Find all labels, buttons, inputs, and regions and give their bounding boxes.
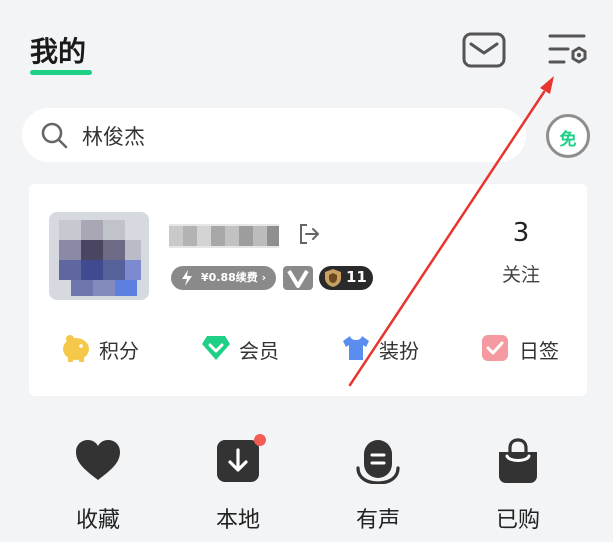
local-label: 本地	[215, 508, 260, 533]
title-underline	[30, 70, 92, 75]
free-mode-button[interactable]: 免	[546, 114, 590, 158]
card-menu: 积分 会员 装扮 日签	[29, 330, 587, 366]
piggy-bank-icon	[63, 335, 89, 362]
favorites-button[interactable]: 收藏	[53, 430, 143, 542]
purchased-label: 已购	[495, 508, 540, 533]
follow-label[interactable]: 关注	[489, 260, 553, 287]
vip-renew-tag[interactable]: ¥0.88续费 ›	[171, 266, 277, 290]
checkbox-icon	[482, 335, 508, 361]
settings-icon[interactable]	[548, 32, 590, 66]
membership-label: 会员	[239, 339, 279, 363]
crest-icon	[325, 269, 341, 287]
vip-renew-text: ¥0.88续费 ›	[201, 271, 267, 284]
audio-button[interactable]: 有声	[333, 430, 423, 542]
points-label: 积分	[99, 339, 139, 363]
level-badge[interactable]: 11	[319, 266, 373, 290]
search-input[interactable]: 林俊杰	[82, 121, 145, 151]
v-badge-icon[interactable]	[283, 266, 313, 290]
profile-card: ¥0.88续费 › 11 3 关注 积分 会员 装扮 日签	[29, 184, 587, 396]
search-bar[interactable]: 林俊杰	[22, 108, 526, 162]
follow-count[interactable]: 3	[489, 218, 553, 248]
username-blurred	[169, 224, 279, 248]
diamond-icon	[202, 336, 230, 360]
header: 我的	[0, 0, 613, 90]
level-number: 11	[346, 268, 367, 286]
daily-sign-label: 日签	[519, 339, 559, 363]
audio-icon	[356, 440, 400, 484]
mail-icon[interactable]	[462, 32, 506, 68]
quick-actions: 收藏 本地 有声 已购	[0, 430, 613, 542]
purchased-button[interactable]: 已购	[473, 430, 563, 542]
search-icon	[41, 122, 68, 149]
outfit-label: 装扮	[379, 339, 419, 363]
free-badge-label: 免	[559, 130, 577, 150]
heart-icon	[76, 440, 120, 480]
shopping-bag-icon	[499, 438, 537, 483]
tshirt-icon	[343, 336, 369, 360]
logout-icon[interactable]	[297, 222, 321, 246]
audio-label: 有声	[355, 508, 400, 533]
download-icon	[217, 440, 259, 482]
lightning-icon	[182, 270, 192, 286]
notification-dot	[254, 434, 266, 446]
page-title: 我的	[30, 35, 87, 68]
local-button[interactable]: 本地	[193, 430, 283, 542]
favorites-label: 收藏	[75, 508, 120, 533]
avatar[interactable]	[49, 212, 149, 300]
